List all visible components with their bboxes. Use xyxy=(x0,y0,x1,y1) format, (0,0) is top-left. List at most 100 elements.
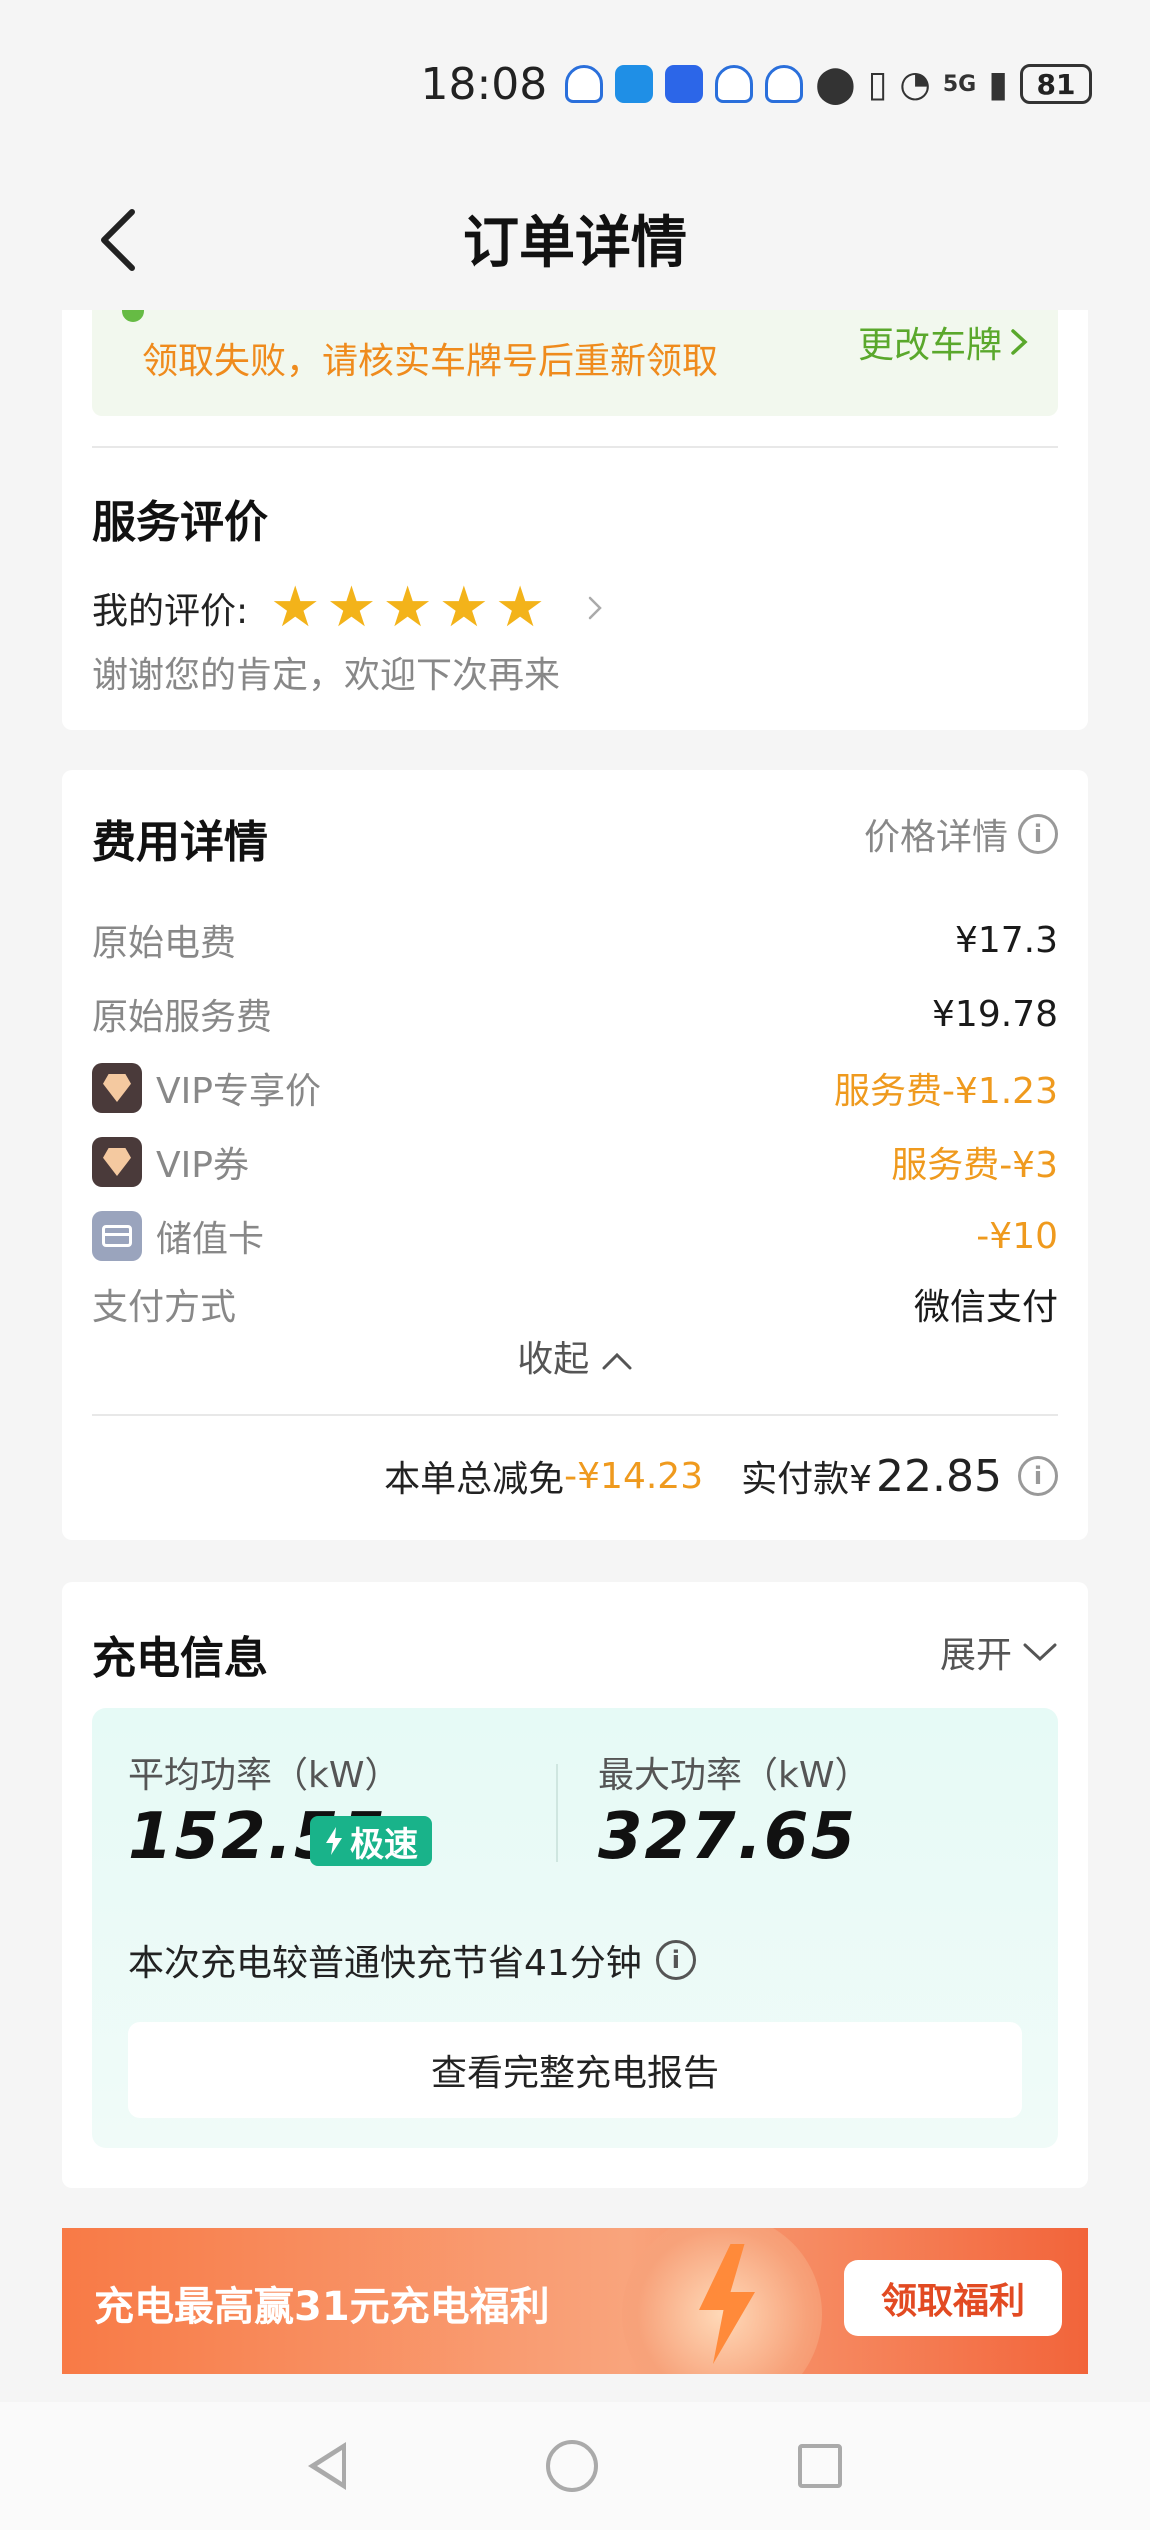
fee-label: 支付方式 xyxy=(92,1278,236,1330)
fee-value: ¥17.3 xyxy=(954,919,1058,961)
location-icon: ⬤ xyxy=(815,63,856,105)
fee-row: 原始服务费 ¥19.78 xyxy=(92,986,1058,1042)
notification-app-icon xyxy=(565,65,604,103)
avg-power-label: 平均功率（kW） xyxy=(128,1755,401,1796)
charging-stats-panel: 平均功率（kW） 152.55 极速 最大功率（kW） 327.65 本次充电较… xyxy=(92,1708,1058,2148)
price-detail-link[interactable]: 价格详情 i xyxy=(864,808,1058,860)
status-time: 18:08 xyxy=(420,58,548,110)
fee-row: VIP专享价 服务费-¥1.23 xyxy=(92,1060,1058,1116)
chevron-up-icon xyxy=(602,1352,632,1370)
notification-app-icon xyxy=(765,65,804,103)
fee-label: VIP券 xyxy=(92,1136,249,1188)
system-nav-bar xyxy=(0,2402,1150,2530)
fee-label: VIP专享价 xyxy=(92,1062,321,1114)
notification-app-icon xyxy=(615,65,654,103)
fee-label-text: 支付方式 xyxy=(92,1287,237,1328)
claim-benefit-button[interactable]: 领取福利 xyxy=(844,2260,1062,2336)
status-indicators: 18:08 ⬤ ▯ ◔ 5G ▮ 81 xyxy=(420,58,1092,110)
nav-home-icon[interactable] xyxy=(546,2440,598,2492)
notification-app-icon xyxy=(665,65,704,103)
star-icon: ★ xyxy=(270,575,321,640)
price-detail-label: 价格详情 xyxy=(863,817,1008,858)
fee-row: 支付方式 微信支付 xyxy=(92,1276,1058,1332)
collapse-button[interactable]: 收起 xyxy=(62,1330,1088,1382)
divider xyxy=(92,1414,1058,1416)
expand-label: 展开 xyxy=(939,1635,1012,1676)
fee-row: VIP券 服务费-¥3 xyxy=(92,1134,1058,1190)
charging-info-title: 充电信息 xyxy=(92,1633,268,1684)
total-row: 本单总减免 -¥14.23 实付款¥ 22.85 i xyxy=(384,1450,1058,1502)
power-divider xyxy=(556,1764,558,1862)
fee-row: 储值卡 -¥10 xyxy=(92,1208,1058,1264)
info-icon[interactable]: i xyxy=(1018,1456,1058,1496)
vibrate-icon: ▯ xyxy=(867,63,888,105)
promo-text: 充电最高赢31元充电福利 xyxy=(94,2284,550,2330)
paid-amount: 22.85 xyxy=(876,1450,1002,1502)
star-icon: ★ xyxy=(438,575,489,640)
info-icon: i xyxy=(1018,814,1058,854)
total-discount-value: -¥14.23 xyxy=(564,1455,704,1497)
time-saving-row: 本次充电较普通快充节省41分钟 i xyxy=(128,1934,696,1986)
fee-label-text: 原始电费 xyxy=(92,923,237,964)
nav-recents-icon[interactable] xyxy=(798,2444,842,2488)
view-report-button[interactable]: 查看完整充电报告 xyxy=(128,2022,1022,2118)
nav-back-icon[interactable] xyxy=(308,2442,346,2490)
chevron-right-icon xyxy=(1011,329,1028,355)
fee-label-text: 原始服务费 xyxy=(92,997,273,1038)
lightning-icon xyxy=(326,1827,342,1855)
service-rating-title: 服务评价 xyxy=(92,497,268,548)
stored-value-card-icon xyxy=(92,1211,142,1261)
info-icon[interactable]: i xyxy=(655,1940,696,1980)
charging-info-card: 充电信息 展开 平均功率（kW） 152.55 极速 最大功率（kW） 327.… xyxy=(62,1582,1088,2188)
network-type: 5G xyxy=(942,71,977,97)
fee-value: ¥19.78 xyxy=(932,993,1058,1035)
promo-banner[interactable]: 充电最高赢31元充电福利 领取福利 xyxy=(62,2228,1088,2374)
divider xyxy=(92,446,1058,448)
rating-comment: 谢谢您的肯定，欢迎下次再来 xyxy=(92,655,561,696)
fee-row: 原始电费 ¥17.3 xyxy=(92,912,1058,968)
star-icon: ★ xyxy=(494,575,546,640)
fee-label-text: VIP券 xyxy=(156,1145,249,1186)
notification-app-icon xyxy=(715,65,754,103)
page-header: 订单详情 xyxy=(0,170,1150,310)
max-power-label: 最大功率（kW） xyxy=(598,1755,871,1796)
total-discount-label: 本单总减免 xyxy=(384,1459,565,1500)
fee-label-text: VIP专享价 xyxy=(156,1071,321,1112)
change-plate-link[interactable]: 更改车牌 xyxy=(858,316,1028,368)
fee-label: 储值卡 xyxy=(92,1210,264,1262)
fee-value: -¥10 xyxy=(976,1215,1058,1257)
max-power-value: 327.65 xyxy=(598,1800,857,1874)
my-rating-row[interactable]: 我的评价: ★ ★ ★ ★ ★ xyxy=(92,580,603,636)
wifi-icon: ◔ xyxy=(899,63,931,105)
speed-badge-label: 极速 xyxy=(350,1824,418,1865)
vip-diamond-icon xyxy=(92,1137,142,1187)
my-rating-label: 我的评价: xyxy=(92,591,249,632)
fee-label: 原始服务费 xyxy=(92,988,272,1040)
star-icon: ★ xyxy=(326,575,377,640)
expand-button[interactable]: 展开 xyxy=(940,1626,1058,1678)
battery-indicator: 81 xyxy=(1020,64,1092,104)
fee-value: 微信支付 xyxy=(913,1287,1058,1328)
page-title: 订单详情 xyxy=(463,211,687,276)
plate-notice: 领取失败，请核实车牌号后重新领取 更改车牌 xyxy=(92,310,1058,416)
fee-label-text: 储值卡 xyxy=(156,1219,265,1260)
fee-details-title: 费用详情 xyxy=(92,817,268,868)
time-saving-text: 本次充电较普通快充节省41分钟 xyxy=(128,1943,642,1984)
chevron-down-icon xyxy=(1023,1643,1057,1662)
signal-icon: ▮ xyxy=(988,63,1008,105)
change-plate-label: 更改车牌 xyxy=(857,325,1002,366)
fee-label: 原始电费 xyxy=(92,914,236,966)
chevron-right-icon xyxy=(588,596,602,620)
status-bar: 18:08 ⬤ ▯ ◔ 5G ▮ 81 xyxy=(0,0,1150,170)
collapse-label: 收起 xyxy=(517,1339,590,1380)
fee-value: 服务费-¥1.23 xyxy=(833,1071,1058,1112)
fee-value: 服务费-¥3 xyxy=(891,1145,1058,1186)
vip-diamond-icon xyxy=(92,1063,142,1113)
rating-card: 领取失败，请核实车牌号后重新领取 更改车牌 服务评价 我的评价: ★ ★ ★ ★… xyxy=(62,310,1088,730)
star-icon: ★ xyxy=(382,575,433,640)
fee-details-card: 费用详情 价格详情 i 原始电费 ¥17.3 原始服务费 ¥19.78 VIP专… xyxy=(62,770,1088,1540)
notice-status-icon xyxy=(122,310,144,322)
notice-message: 领取失败，请核实车牌号后重新领取 xyxy=(142,341,719,382)
paid-label: 实付款¥ xyxy=(741,1459,873,1500)
speed-badge: 极速 xyxy=(310,1816,432,1866)
